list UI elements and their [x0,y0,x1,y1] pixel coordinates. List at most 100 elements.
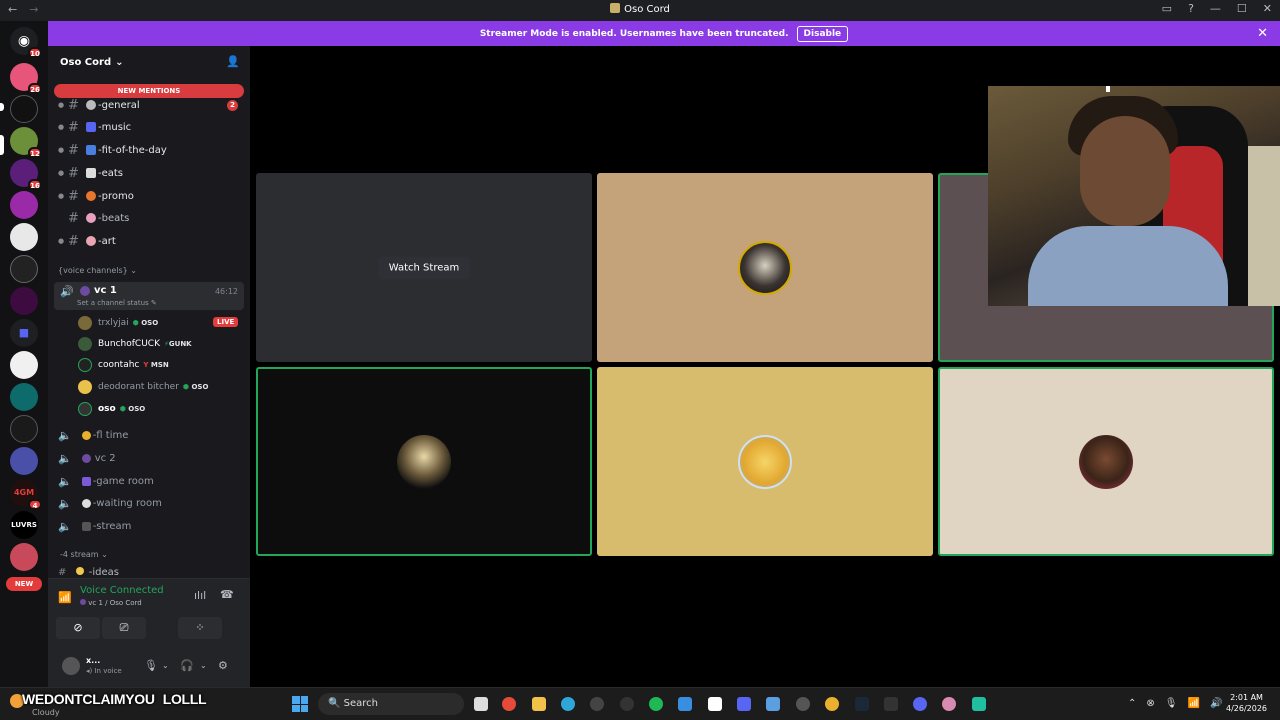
palette-icon [86,236,96,246]
participant-tile[interactable] [938,367,1274,556]
voice-channel-fl-time[interactable]: 🔈 -fl time [58,425,128,445]
chrome-icon[interactable] [502,697,516,711]
server-icon[interactable] [10,415,38,443]
new-unreads-pill[interactable]: NEW [6,577,42,591]
chevron-down-icon[interactable]: ⌄ [162,661,169,670]
disable-streamer-mode-button[interactable]: Disable [796,25,849,42]
channel-beats[interactable]: # -beats [58,208,242,228]
username[interactable]: x... [86,656,100,665]
server-icon[interactable] [10,447,38,475]
voice-channel-vc2[interactable]: 🔈 vc 2 [58,448,116,468]
voice-member[interactable]: oso ⬢ OSO [78,399,145,419]
stream-category-header[interactable]: -4 stream ⌄ [60,550,108,559]
close-icon[interactable]: ✕ [1257,26,1268,41]
voice-connected-label[interactable]: Voice Connected [80,585,164,596]
photos-icon[interactable] [678,697,692,711]
task-view-icon[interactable] [474,697,488,711]
help-icon[interactable]: ? [1188,2,1194,15]
add-member-icon[interactable]: 👤 [226,55,240,68]
app-icon[interactable] [972,697,986,711]
server-icon[interactable] [10,543,38,571]
close-window-button[interactable]: ✕ [1263,2,1272,15]
app-icon[interactable] [942,697,956,711]
server-icon[interactable]: LUVRS [10,511,38,539]
obs-icon[interactable] [620,697,634,711]
settings-gear-icon[interactable]: ⚙ [218,659,228,672]
channel-promo[interactable]: ● # -promo [58,186,242,206]
voice-member[interactable]: deodorant bitcher ⬢ OSO [78,377,208,397]
voice-member[interactable]: trxlyjai ⬢ OSO [78,313,158,333]
participant-tile[interactable] [256,367,592,556]
server-icon[interactable] [10,95,38,123]
voice-member[interactable]: BunchofCUCK ⚡GUNK [78,334,192,354]
set-channel-status-link[interactable]: Set a channel status ✎ [77,299,157,307]
direct-messages-button[interactable]: ◉ 10 [10,27,42,58]
maximize-button[interactable]: ☐ [1237,2,1247,15]
microphone-icon[interactable]: 🎙 [144,659,158,672]
media-player-icon[interactable] [590,697,604,711]
server-header[interactable]: Oso Cord ⌄ 👤 [48,46,250,78]
start-button[interactable] [292,696,308,712]
voice-channel-waiting-room[interactable]: 🔈 -waiting room [58,493,162,513]
network-icon[interactable]: ⊗ [1146,698,1154,709]
voice-location[interactable]: vc 1 / Oso Cord [80,599,142,607]
chevron-down-icon[interactable]: ⌄ [200,661,207,670]
server-icon[interactable]: 12 [10,127,42,158]
server-icon[interactable]: 26 [10,63,42,94]
chrome-icon[interactable] [825,697,839,711]
app-icon[interactable] [796,697,810,711]
participant-tile[interactable] [597,173,933,362]
toggle-camera-button[interactable]: ⊘ [56,617,100,639]
taskbar-search[interactable]: 🔍 Search [318,693,464,715]
server-icon[interactable] [10,383,38,411]
taskbar-clock[interactable]: 2:01 AM 4/26/2026 [1226,692,1267,714]
avatar[interactable] [62,657,80,675]
voice-category-header[interactable]: {voice channels} ⌄ [58,266,137,275]
server-icon[interactable] [10,351,38,379]
unread-pip-icon: ● [58,169,65,177]
voice-channel-stream[interactable]: 🔈 -stream [58,516,131,536]
discord-taskbar-icon[interactable] [913,697,927,711]
steam-icon[interactable] [855,697,869,711]
server-icon[interactable]: 16 [10,159,42,190]
signal-icon[interactable]: 📶 [58,591,72,604]
edge-icon[interactable] [561,697,575,711]
disconnect-icon[interactable]: ☎ [220,588,234,601]
microphone-icon[interactable]: 🎙 [1165,698,1178,709]
channel-art[interactable]: ● # -art [58,231,242,251]
server-icon[interactable] [10,287,38,315]
ghost-emoji-icon [80,599,86,605]
channel-fit-of-the-day[interactable]: ● # -fit-of-the-day [58,140,242,160]
server-icon[interactable] [10,255,38,283]
file-explorer-icon[interactable] [532,697,546,711]
capcut-icon[interactable] [708,697,722,711]
server-icon[interactable] [10,191,38,219]
server-icon[interactable]: 4GM 4 [10,479,42,510]
channel-ideas[interactable]: # -ideas [58,567,119,578]
share-screen-button[interactable]: ⎚ [102,617,146,639]
headphones-icon[interactable]: 🎧 [180,659,194,672]
folder-icon[interactable]: ■ [10,319,38,347]
epic-games-icon[interactable] [884,697,898,711]
inbox-icon[interactable]: ▭ [1162,2,1172,15]
notepad-icon[interactable] [766,697,780,711]
voice-member[interactable]: coontahc Y MSN [78,355,169,375]
stream-tile[interactable]: Watch Stream [256,173,592,362]
chevron-up-icon[interactable]: ⌃ [1128,698,1136,709]
discord-taskbar-icon[interactable] [737,697,751,711]
spotify-icon[interactable] [649,697,663,711]
activities-button[interactable]: ⁘ [178,617,222,639]
channel-music[interactable]: ● # -music [58,117,242,137]
volume-icon[interactable]: 🔊 [1210,698,1222,709]
voice-channel-game-room[interactable]: 🔈 -game room [58,471,154,491]
channel-general[interactable]: ● # -general 2 [58,95,242,115]
wifi-icon[interactable]: 📶 [1187,698,1199,709]
watch-stream-button[interactable]: Watch Stream [378,256,470,279]
server-icon[interactable] [10,223,38,251]
noise-suppression-icon[interactable]: ılıl [194,589,206,602]
voice-channel-vc1[interactable]: 🔊 vc 1 Set a channel status ✎ 46:12 [54,282,244,310]
channel-eats[interactable]: ● # -eats [58,163,242,183]
new-mentions-bar[interactable]: NEW MENTIONS [54,84,244,98]
participant-tile[interactable] [597,367,933,556]
minimize-button[interactable]: — [1210,2,1221,15]
